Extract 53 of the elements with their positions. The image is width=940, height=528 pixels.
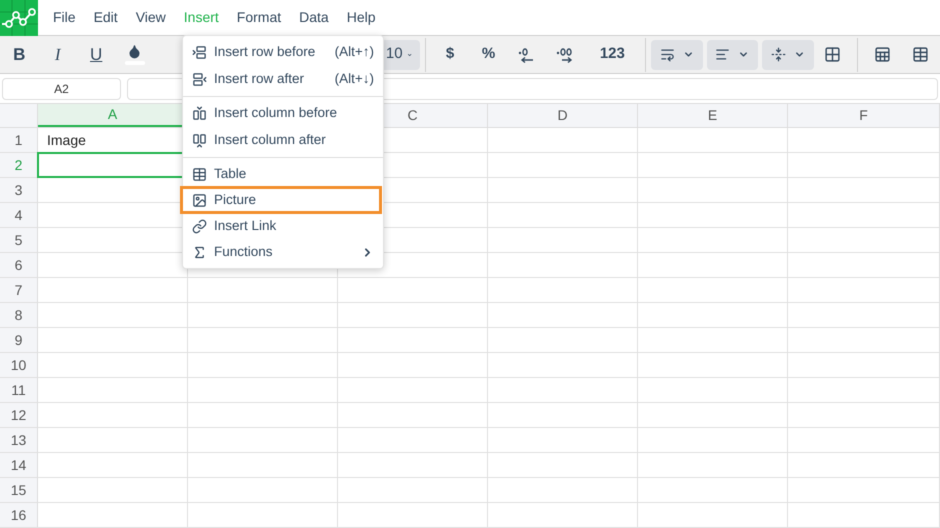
row-header[interactable]: 13 [0, 428, 38, 452]
vertical-align-dropdown[interactable] [762, 40, 814, 70]
insert-column-icon [192, 133, 207, 148]
menu-item[interactable]: View [126, 7, 175, 28]
column-header[interactable]: E [638, 104, 788, 127]
menu-item[interactable]: File [44, 7, 85, 28]
menu-item[interactable]: Edit [84, 7, 127, 28]
menu-item[interactable]: Format [228, 7, 290, 28]
menu-item[interactable]: Data [290, 7, 338, 28]
image-icon [192, 192, 207, 208]
row-header[interactable]: 3 [0, 178, 38, 202]
row-header[interactable]: 16 [0, 503, 38, 527]
column-header[interactable]: F [788, 104, 940, 127]
row-header[interactable]: 6 [0, 253, 38, 277]
underline-button[interactable]: U [76, 40, 116, 70]
align-left-icon [715, 47, 730, 62]
row-header[interactable]: 14 [0, 453, 38, 477]
row-header[interactable]: 7 [0, 278, 38, 302]
table-icon [912, 46, 930, 63]
borders-icon [824, 46, 842, 63]
row-header[interactable]: 15 [0, 478, 38, 502]
column-header[interactable]: D [488, 104, 638, 127]
vertical-align-icon [770, 47, 786, 62]
row-header[interactable]: 9 [0, 328, 38, 352]
menu-item[interactable]: Table [183, 161, 383, 187]
italic-button[interactable]: I [38, 40, 77, 70]
table-icon [874, 46, 891, 63]
row-header[interactable]: 10 [0, 353, 38, 377]
row-header[interactable]: 5 [0, 228, 38, 252]
sigma-icon [192, 244, 207, 260]
droplet-icon [127, 44, 142, 59]
bold-button[interactable]: B [0, 40, 38, 70]
row-header[interactable]: 1 [0, 128, 38, 152]
menu-item[interactable]: Insert Link [183, 213, 383, 239]
text-wrap-dropdown[interactable] [650, 40, 703, 70]
row-header[interactable]: 4 [0, 203, 38, 227]
menu-item[interactable]: Picture [181, 187, 381, 213]
align-dropdown[interactable] [706, 40, 758, 70]
name-box[interactable]: A2 [2, 78, 121, 100]
row-header[interactable]: 12 [0, 403, 38, 427]
currency-button[interactable]: $ [430, 40, 470, 70]
insert-column-icon [192, 106, 207, 121]
number-format-button[interactable]: 123 [584, 40, 640, 70]
link-icon [192, 218, 207, 234]
menu-item[interactable]: Help [338, 7, 385, 28]
table-icon [192, 166, 207, 182]
insert-row-icon [192, 45, 207, 60]
row-header[interactable]: 11 [0, 378, 38, 402]
row-header[interactable]: 8 [0, 303, 38, 327]
text-wrap-icon [660, 47, 675, 62]
insert-row-icon [192, 72, 207, 87]
menu-item[interactable]: Functions [183, 239, 383, 265]
percent-button[interactable]: % [469, 40, 508, 70]
